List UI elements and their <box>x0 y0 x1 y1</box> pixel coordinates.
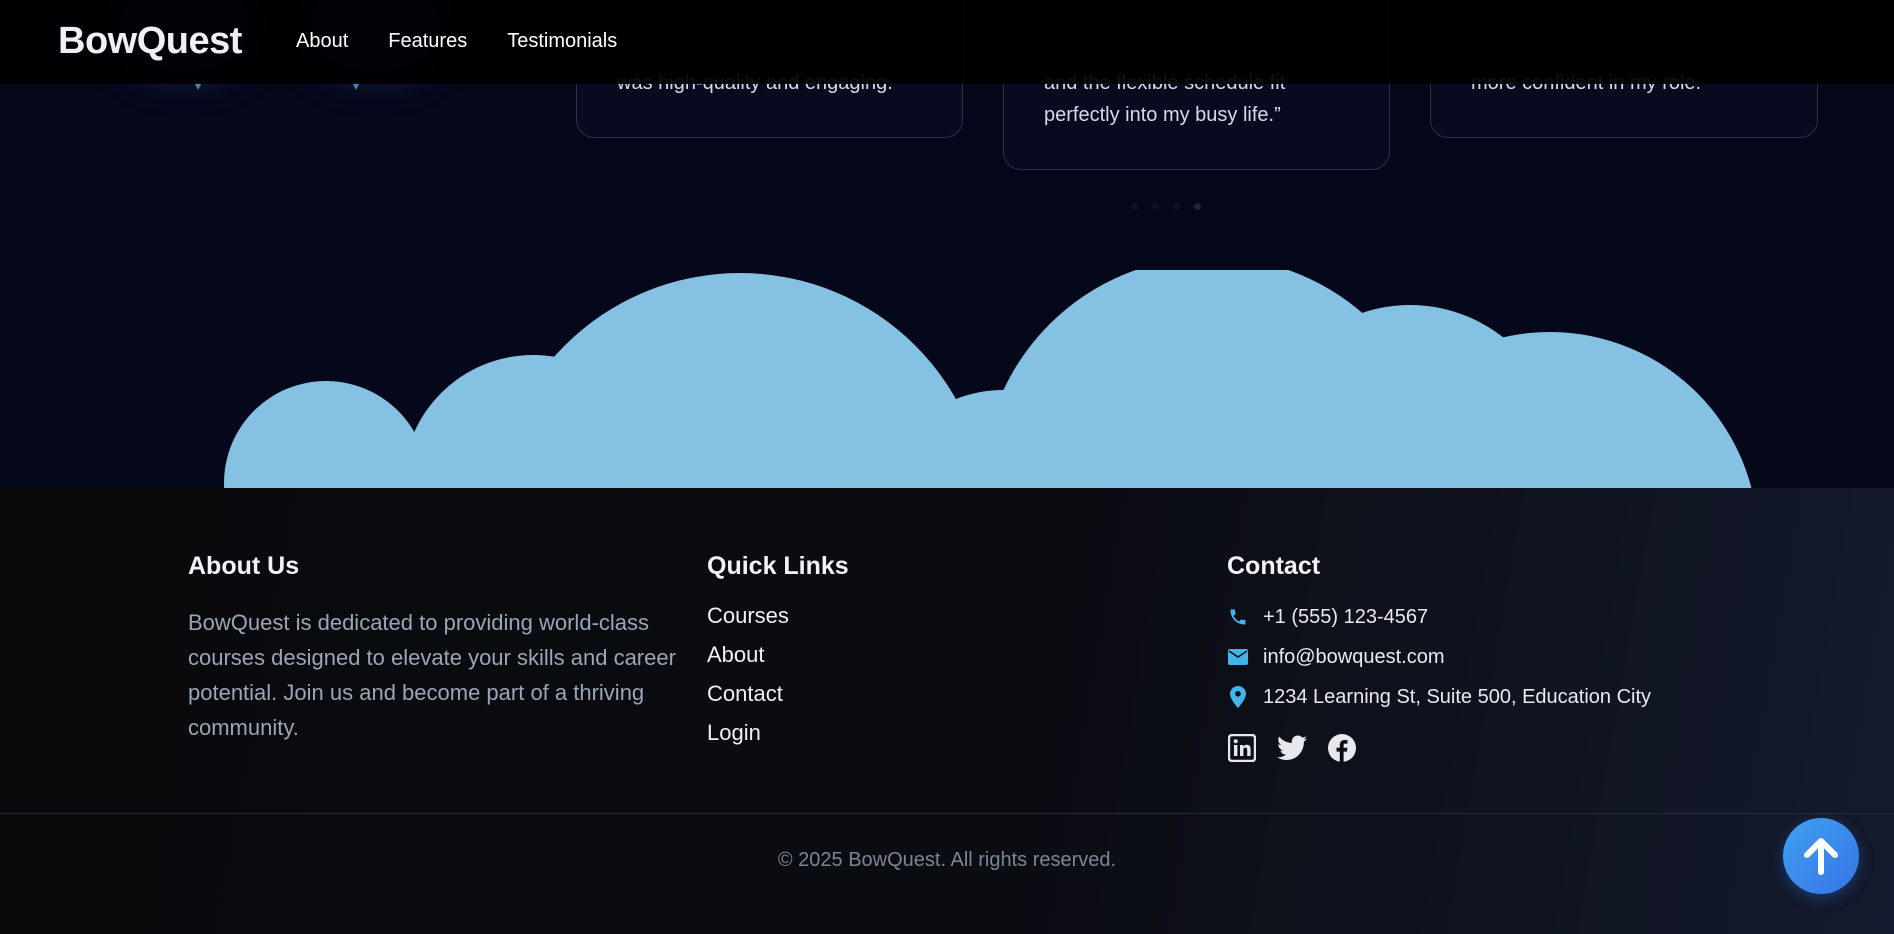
phone-icon <box>1227 606 1249 628</box>
carousel-dot[interactable] <box>1131 203 1138 210</box>
contact-email-text[interactable]: info@bowquest.com <box>1263 646 1445 669</box>
footer-link-login[interactable]: Login <box>707 720 761 745</box>
page: was high-quality and engaging. and the f… <box>0 0 1894 934</box>
footer-quick-links-heading: Quick Links <box>707 552 849 580</box>
arrow-up-icon <box>1804 838 1838 875</box>
footer-link-contact[interactable]: Contact <box>707 681 783 706</box>
footer-contact-heading: Contact <box>1227 552 1321 580</box>
quick-links-list: Courses About Contact Login <box>707 603 849 746</box>
testimonial-text: perfectly into my busy life.” <box>1044 104 1281 126</box>
carousel-dot[interactable] <box>1173 203 1180 210</box>
nav-link-testimonials[interactable]: Testimonials <box>507 30 617 53</box>
nav-links: About Features Testimonials <box>296 30 617 53</box>
footer-contact: Contact +1 (555) 123-4567 info@bowquest.… <box>1227 552 1651 763</box>
linkedin-icon[interactable] <box>1227 733 1257 763</box>
footer-link-courses[interactable]: Courses <box>707 603 789 628</box>
footer-about-heading: About Us <box>188 552 300 580</box>
footer-link-about[interactable]: About <box>707 642 765 667</box>
carousel-dot[interactable] <box>1194 203 1201 210</box>
copyright-text: © 2025 BowQuest. All rights reserved. <box>777 849 1117 871</box>
twitter-icon[interactable] <box>1277 733 1307 763</box>
contact-email: info@bowquest.com <box>1227 637 1651 677</box>
envelope-icon <box>1227 646 1249 668</box>
contact-phone: +1 (555) 123-4567 <box>1227 597 1651 637</box>
cloud-decoration <box>224 270 1752 490</box>
facebook-icon[interactable] <box>1327 733 1357 763</box>
nav-link-features[interactable]: Features <box>388 30 467 53</box>
footer: About Us BowQuest is dedicated to provid… <box>0 488 1894 934</box>
contact-address: 1234 Learning St, Suite 500, Education C… <box>1227 677 1651 717</box>
carousel-dots <box>1131 203 1201 210</box>
footer-divider <box>0 813 1894 814</box>
social-links <box>1227 733 1651 763</box>
contact-phone-text[interactable]: +1 (555) 123-4567 <box>1263 606 1428 629</box>
scroll-to-top-button[interactable] <box>1783 818 1859 894</box>
footer-quick-links: Quick Links Courses About Contact Login <box>707 552 849 759</box>
nav-link-about[interactable]: About <box>296 30 348 53</box>
contact-address-text: 1234 Learning St, Suite 500, Education C… <box>1263 685 1652 708</box>
footer-about: About Us BowQuest is dedicated to provid… <box>188 552 678 745</box>
carousel-dot[interactable] <box>1152 203 1159 210</box>
brand-logo[interactable]: BowQuest <box>58 20 242 63</box>
navbar: BowQuest About Features Testimonials <box>0 0 1894 84</box>
footer-about-text: BowQuest is dedicated to providing world… <box>188 610 676 740</box>
location-pin-icon <box>1227 686 1249 708</box>
